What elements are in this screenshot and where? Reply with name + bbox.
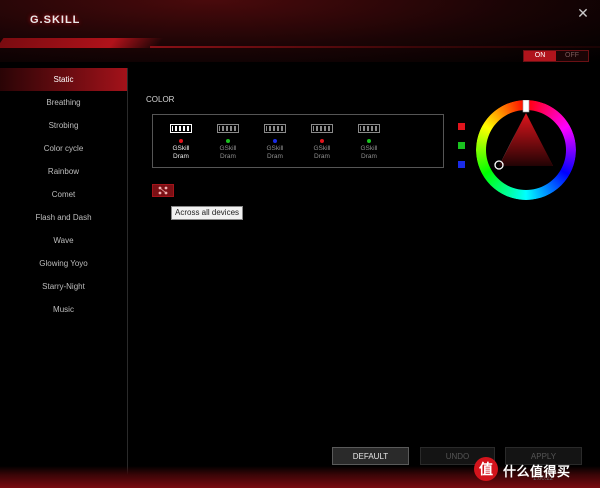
- red-swatch[interactable]: [458, 123, 465, 130]
- dram-icon: [358, 124, 380, 133]
- sidebar-item-static[interactable]: Static: [0, 68, 127, 91]
- device-type: Dram: [220, 153, 236, 160]
- device-color-dot: [273, 139, 277, 143]
- toggle-off[interactable]: OFF: [556, 51, 588, 61]
- sidebar-item-flash-and-dash[interactable]: Flash and Dash: [0, 206, 127, 229]
- effect-sidebar: Static Breathing Strobing Color cycle Ra…: [0, 68, 128, 488]
- device-color-dot: [320, 139, 324, 143]
- sidebar-item-glowing-yoyo[interactable]: Glowing Yoyo: [0, 252, 127, 275]
- blue-swatch[interactable]: [458, 161, 465, 168]
- sidebar-item-color-cycle[interactable]: Color cycle: [0, 137, 127, 160]
- sidebar-item-strobing[interactable]: Strobing: [0, 114, 127, 137]
- device-color-dot: [226, 139, 230, 143]
- device-type: Dram: [314, 153, 330, 160]
- close-button[interactable]: ✕: [576, 6, 590, 20]
- dram-icon: [264, 124, 286, 133]
- device-dram-3[interactable]: GSkill Dram: [255, 124, 295, 161]
- device-type: Dram: [267, 153, 283, 160]
- device-dram-1[interactable]: GSkill Dram: [161, 124, 201, 161]
- sync-all-devices-button[interactable]: [152, 184, 174, 197]
- gskill-logo: G.SKILL: [30, 14, 81, 26]
- dram-icon: [217, 124, 239, 133]
- app-header: G.SKILL ✕: [0, 0, 600, 62]
- device-name: GSkill: [172, 145, 190, 152]
- watermark-badge: 值: [474, 457, 498, 481]
- green-swatch[interactable]: [458, 142, 465, 149]
- device-name: GSkill: [313, 145, 331, 152]
- dram-icon: [311, 124, 333, 133]
- sidebar-item-wave[interactable]: Wave: [0, 229, 127, 252]
- device-name: GSkill: [266, 145, 284, 152]
- dram-icon: [170, 124, 192, 133]
- toggle-on[interactable]: ON: [524, 51, 556, 61]
- hue-handle[interactable]: [522, 99, 530, 113]
- power-toggle[interactable]: ON OFF: [523, 50, 589, 62]
- watermark-text: 什么值得买: [503, 464, 571, 479]
- device-dram-4[interactable]: GSkill Dram: [302, 124, 342, 161]
- sidebar-item-starry-night[interactable]: Starry-Night: [0, 275, 127, 298]
- sidebar-item-breathing[interactable]: Breathing: [0, 91, 127, 114]
- device-type: Dram: [173, 153, 189, 160]
- sidebar-item-rainbow[interactable]: Rainbow: [0, 160, 127, 183]
- device-color-dot: [367, 139, 371, 143]
- tooltip: Across all devices: [171, 206, 244, 220]
- device-type: Dram: [361, 153, 377, 160]
- device-list: GSkill Dram GSkill Dram GSkill Dram GSki…: [152, 114, 444, 168]
- device-name: GSkill: [219, 145, 237, 152]
- device-dram-5[interactable]: GSkill Dram: [349, 124, 389, 161]
- color-section-label: COLOR: [146, 95, 175, 104]
- header-accent-slash: [0, 38, 164, 48]
- color-wheel[interactable]: [476, 99, 576, 200]
- device-name: GSkill: [360, 145, 378, 152]
- header-accent-stripe: [150, 46, 600, 48]
- sidebar-item-comet[interactable]: Comet: [0, 183, 127, 206]
- sync-devices-icon: [158, 186, 168, 195]
- device-color-dot: [179, 139, 183, 143]
- sidebar-item-music[interactable]: Music: [0, 298, 127, 321]
- default-button[interactable]: DEFAULT: [332, 447, 409, 465]
- device-dram-2[interactable]: GSkill Dram: [208, 124, 248, 161]
